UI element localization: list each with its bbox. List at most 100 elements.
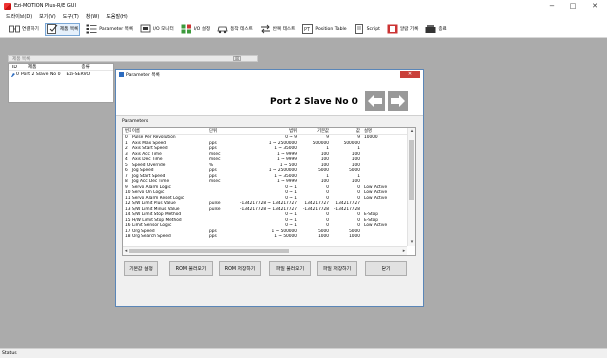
col-default[interactable]: 기본값 (300, 128, 331, 134)
row-no: 12 (125, 201, 131, 207)
row-name: Servo Alarm Reset Logic (132, 195, 185, 201)
repeat-test-button[interactable]: 반복 테스트 (259, 23, 297, 36)
prev-device-button[interactable] (365, 91, 385, 111)
col-value[interactable]: 값 (331, 128, 363, 134)
row-desc: 10000 (364, 135, 378, 141)
horizontal-scroll-thumb[interactable] (129, 249, 289, 253)
menu-view[interactable]: 보기(V) (39, 13, 56, 20)
save-file-button[interactable]: 파일 저장하기 (317, 261, 357, 276)
product-list-button[interactable]: 제품 목록 (44, 22, 81, 36)
row-unit: pps (209, 228, 217, 234)
row-range: 0 ~ 1 (285, 190, 297, 196)
row-default: 0 (326, 190, 329, 196)
menu-window[interactable]: 창(W) (86, 13, 99, 20)
script-button[interactable]: Script (353, 23, 381, 36)
menu-drive[interactable]: 드라이브(D) (6, 13, 32, 20)
title-bar: Ezi-MOTION Plus-R/E GUI − □ ✕ (0, 0, 607, 12)
position-table-label: Position Table (315, 26, 347, 32)
product-list-close-button[interactable]: ⊠ (233, 56, 241, 62)
row-default: 1 (326, 146, 329, 152)
load-rom-button[interactable]: ROM 불러오기 (169, 261, 213, 276)
connect-button[interactable]: 연결하기 (8, 23, 40, 36)
script-icon (354, 24, 365, 34)
horizontal-scrollbar[interactable]: ◂ ▸ (123, 246, 407, 255)
device-name: Port 2 Slave No 0 (270, 97, 358, 107)
col-unit[interactable]: 단위 (209, 128, 227, 134)
alarm-log-label: 알람 기록 (399, 27, 419, 32)
col-product[interactable]: 제품 (20, 64, 66, 70)
vertical-scrollbar[interactable]: ▴ ▾ (407, 128, 415, 246)
scroll-down-icon[interactable]: ▾ (408, 239, 415, 246)
row-value: 0 (357, 195, 360, 201)
row-default: 0 (326, 212, 329, 218)
row-name: Org Search Speed (132, 234, 171, 240)
save-rom-button[interactable]: ROM 저장하기 (219, 261, 261, 276)
connect-icon (9, 24, 20, 34)
row-default: 100 (320, 151, 329, 157)
row-default: 0 (326, 217, 329, 223)
exit-button[interactable]: 종료 (424, 23, 447, 36)
minimize-button[interactable]: − (543, 0, 561, 12)
arrow-right-icon (391, 95, 405, 107)
parameter-table-header: 번호 이름 단위 범위 기본값 값 설명 (123, 128, 415, 135)
list-item-id: 0 (16, 72, 19, 77)
parameter-list-button[interactable]: Parameter 목록 (85, 23, 134, 36)
row-name: Axis Max Speed (132, 140, 166, 146)
scroll-right-icon[interactable]: ▸ (401, 248, 407, 255)
table-row[interactable]: 9 Servo Alarm Logic 0 ~ 1 0 0 Low Active (123, 185, 415, 191)
parameter-rows: 0 Pulse Per Revolution 0 ~ 9 9 9 10000 1 Axis M… (123, 135, 415, 240)
col-no[interactable]: 번호 (123, 128, 131, 134)
row-value: 1 (357, 146, 360, 152)
col-type[interactable]: 종류 (65, 64, 113, 70)
scroll-up-icon[interactable]: ▴ (408, 128, 415, 135)
row-value: 0 (357, 223, 360, 229)
col-name[interactable]: 이름 (131, 128, 209, 134)
close-button[interactable]: ✕ (586, 0, 604, 12)
list-item[interactable]: 0 Port 2 Slave No 0 Ezi-SERVO (9, 71, 113, 78)
table-row[interactable]: 15 H/W Limit Stop Method 0 ~ 1 0 0 E-Stop (123, 218, 415, 224)
io-settings-button[interactable]: I/O 설정 (180, 23, 211, 36)
table-row[interactable]: 14 S/W Limit Stop Method 0 ~ 1 0 0 E-Stop (123, 212, 415, 218)
parameter-window-close-button[interactable]: ✕ (400, 71, 420, 78)
col-id[interactable]: ID (9, 65, 20, 70)
alarm-log-button[interactable]: 알람 기록 (386, 23, 419, 36)
maximize-button[interactable]: □ (564, 0, 582, 12)
row-range: 1 ~ 9999 (276, 151, 297, 157)
menu-help[interactable]: 도움말(H) (106, 13, 127, 20)
product-list-title: 제품 목록 (12, 56, 31, 62)
vertical-scroll-thumb[interactable] (409, 140, 414, 200)
table-row[interactable]: 0 Pulse Per Revolution 0 ~ 9 9 9 10000 (123, 135, 415, 141)
row-unit: pulse (209, 201, 221, 207)
exit-label: 종료 (438, 27, 447, 32)
table-row[interactable]: 18 Org Search Speed pps 1 ~ 50000 1000 1000 (123, 234, 415, 240)
row-desc: Low Active (364, 223, 388, 229)
position-table-button[interactable]: PT Position Table (301, 23, 347, 36)
row-default: 134217727 (304, 201, 329, 207)
parameter-table: 번호 이름 단위 범위 기본값 값 설명 0 Pulse Per Revoluti… (122, 127, 416, 256)
parameter-window: Parameter 목록 ✕ Port 2 Slave No 0 Paramet… (115, 69, 424, 307)
close-dialog-button[interactable]: 닫기 (365, 261, 407, 276)
repeat-test-label: 반복 테스트 (272, 27, 296, 32)
set-defaults-button[interactable]: 기본값 설정 (124, 261, 158, 276)
row-no: 3 (125, 151, 128, 157)
row-name: Jog Speed (132, 168, 154, 174)
script-label: Script (366, 26, 380, 32)
row-range: 1 ~ 35000 (274, 146, 297, 152)
row-range: 1 ~ 500 (279, 162, 297, 168)
table-row[interactable]: 10 Servo On Logic 0 ~ 1 0 0 Low Active (123, 190, 415, 196)
row-name: Axis Dec Time (132, 157, 163, 163)
toolbar: 연결하기 제품 목록 Parameter 목록 I/O 모니터 I/O 설정 동… (0, 21, 607, 38)
next-device-button[interactable] (388, 91, 408, 111)
col-desc[interactable]: 설명 (363, 128, 401, 134)
table-row[interactable]: 16 Limit Sensor Logic 0 ~ 1 0 0 Low Active (123, 223, 415, 229)
load-file-button[interactable]: 파일 불러오기 (269, 261, 311, 276)
col-range[interactable]: 범위 (227, 128, 300, 134)
row-unit: msec (209, 151, 221, 157)
row-range: 0 ~ 1 (285, 212, 297, 218)
row-unit: pps (209, 173, 217, 179)
table-row[interactable]: 11 Servo Alarm Reset Logic 0 ~ 1 0 0 Low Acti… (123, 196, 415, 202)
parameter-window-icon (119, 72, 124, 77)
menu-tools[interactable]: 도구(T) (63, 13, 79, 20)
io-monitor-button[interactable]: I/O 모니터 (139, 23, 175, 36)
motion-test-button[interactable]: 동작 테스트 (216, 23, 254, 36)
